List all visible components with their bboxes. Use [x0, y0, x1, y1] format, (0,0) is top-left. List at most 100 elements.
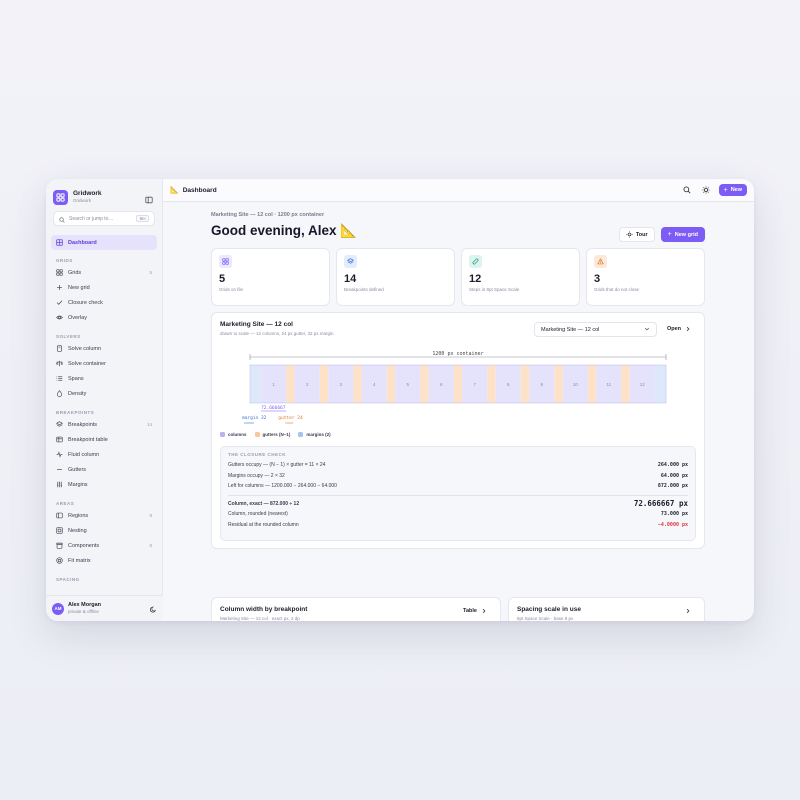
search-input[interactable]: Search or jump to… ⌘K	[53, 211, 155, 226]
grid-gutter	[487, 365, 496, 403]
tour-label: Tour	[635, 231, 648, 238]
table-link[interactable]: Table	[463, 608, 487, 614]
new-grid-button[interactable]: + New grid	[660, 227, 705, 242]
sidebar-item-breakpoints[interactable]: Breakpoints 14	[46, 417, 162, 432]
open-link[interactable]: Open	[667, 326, 691, 332]
sidebar-item-breakpoint-table[interactable]: Breakpoint table	[46, 432, 162, 447]
closure-row-residual: Residual at the rounded column −4.0000 p…	[228, 520, 688, 531]
table-label: Table	[463, 608, 477, 614]
stat-value: 12	[469, 273, 482, 285]
grid-column-label: 10	[573, 382, 579, 387]
sidebar-item-count: 8	[149, 513, 152, 518]
grid-gutter	[420, 365, 429, 403]
sidebar-item-regions[interactable]: Regions 8	[46, 508, 162, 523]
grid-gutter	[353, 365, 362, 403]
context-breadcrumb: Marketing Site — 12 col · 1200 px contai…	[211, 212, 325, 218]
layers-icon	[344, 255, 357, 268]
package-icon	[56, 542, 63, 549]
stat-card[interactable]: 5 Grids on file	[211, 248, 330, 306]
grid-column-label: 12	[640, 382, 646, 387]
layout-icon	[56, 512, 63, 519]
closure-check: THE CLOSURE CHECK Gutters occupy — (N − …	[220, 446, 696, 541]
user-profile[interactable]: AM Alex Morgan private & offline	[46, 595, 163, 621]
app-window: Gridwork Gridwork Search or jump to… ⌘K …	[46, 179, 754, 621]
stat-card[interactable]: 12 Steps in 8pt Space Scale	[461, 248, 580, 306]
tour-button[interactable]: Tour	[618, 227, 655, 242]
activity-icon	[56, 451, 63, 458]
sidebar-item-density[interactable]: Density	[46, 386, 162, 401]
gutter-label: gutter 24	[278, 415, 303, 421]
user-status: private & offline	[68, 609, 99, 614]
bottom-cards: Column width by breakpoint Marketing Sit…	[211, 597, 705, 621]
sidebar-item-components[interactable]: Components 8	[46, 538, 162, 553]
stat-card[interactable]: 14 Breakpoints defined	[336, 248, 455, 306]
chevron-right-icon	[481, 608, 487, 614]
sidebar-item-label: Fit matrix	[68, 557, 91, 564]
spacing-scale-card: Spacing scale in use 8pt Space Scale · b…	[508, 597, 705, 621]
closure-row: Left for columns — 1200.000 − 264.000 − …	[228, 481, 688, 492]
stat-label: Breakpoints defined	[344, 287, 384, 292]
legend-item: columns	[220, 432, 247, 437]
closure-row-value: 64.000 px	[660, 472, 688, 479]
theme-sun-icon[interactable]	[700, 184, 713, 197]
ruler-icon	[469, 255, 482, 268]
sidebar-item-solve-container[interactable]: Solve container	[46, 356, 162, 371]
sidebar-item-gutters[interactable]: Gutters	[46, 462, 162, 477]
grid-gutter	[520, 365, 530, 403]
margin-right	[654, 365, 666, 403]
sidebar-section-title: SOLVERS	[56, 334, 81, 339]
spacing-subtitle: 8pt Space Scale · base 8 px	[517, 616, 574, 621]
sidebar-item-new-grid[interactable]: New grid	[46, 280, 162, 295]
sidebar-item-dashboard[interactable]: Dashboard	[51, 235, 157, 250]
legend-swatch	[254, 432, 260, 437]
search-placeholder: Search or jump to…	[69, 215, 114, 222]
topbar: 📐 Dashboard + New	[163, 179, 754, 202]
sidebar-item-overlay[interactable]: Overlay	[46, 310, 162, 325]
eye-icon	[56, 314, 63, 321]
dashboard-icon	[56, 239, 63, 246]
sidebar-toggle-icon[interactable]	[145, 191, 153, 209]
sidebar-item-spans[interactable]: Spans	[46, 371, 162, 386]
sun-icon	[626, 231, 633, 238]
sidebar-section-title: GRIDS	[56, 258, 73, 263]
scale-icon	[56, 360, 63, 367]
search-icon[interactable]	[681, 184, 694, 197]
spacing-link[interactable]	[685, 608, 691, 614]
sidebar-item-solve-column[interactable]: Solve column	[46, 341, 162, 356]
sidebar-item-label: Breakpoint table	[68, 436, 108, 443]
sidebar-item-fit-matrix[interactable]: Fit matrix	[46, 553, 162, 568]
column-width-label: 72.666667	[261, 405, 286, 411]
closure-row-value: 72.666667 px	[633, 499, 688, 509]
new-button[interactable]: + New	[718, 184, 747, 196]
grid-select[interactable]: Marketing Site — 12 col	[534, 322, 657, 337]
container-label: 1200 px container	[432, 351, 483, 357]
check-icon	[56, 299, 63, 306]
stat-value: 5	[219, 273, 226, 285]
sidebar-item-label: Overlay	[68, 314, 87, 321]
closure-row-label: Margins occupy — 2 × 32	[228, 472, 285, 479]
sidebar-item-label: Solve container	[68, 360, 106, 367]
sidebar-item-margins[interactable]: Margins	[46, 477, 162, 492]
sidebar-item-label: Closure check	[68, 299, 103, 306]
sidebar-item-grids[interactable]: Grids 5	[46, 265, 162, 280]
moon-icon[interactable]	[150, 600, 157, 618]
stat-card[interactable]: 3 Grids that do not close	[586, 248, 705, 306]
grid-preview-card: Marketing Site — 12 col drawn to scale —…	[211, 312, 705, 549]
search-icon	[59, 210, 65, 228]
search-shortcut: ⌘K	[136, 215, 149, 222]
chevron-right-icon	[685, 326, 691, 332]
grid-legend: columns gutters (N−1) margins (2)	[220, 432, 331, 437]
sidebar-item-nesting[interactable]: Nesting	[46, 523, 162, 538]
target-icon	[56, 557, 63, 564]
sidebar-item-label: Spans	[68, 375, 84, 382]
stat-label: Steps in 8pt Space Scale	[469, 287, 520, 292]
sidebar-item-label: New grid	[68, 284, 90, 291]
sidebar-nav: GRIDS Grids 5 New grid Closure check Overlay S…	[46, 257, 162, 592]
legend-swatch	[220, 432, 225, 437]
sidebar-item-closure-check[interactable]: Closure check	[46, 295, 162, 310]
legend-swatch	[298, 432, 304, 437]
main-area: 📐 Dashboard + New Marketing Site — 12 col…	[163, 179, 754, 621]
sidebar-item-fluid-column[interactable]: Fluid column	[46, 447, 162, 462]
app-subtitle: Gridwork	[73, 198, 92, 203]
avatar: AM	[52, 602, 64, 615]
